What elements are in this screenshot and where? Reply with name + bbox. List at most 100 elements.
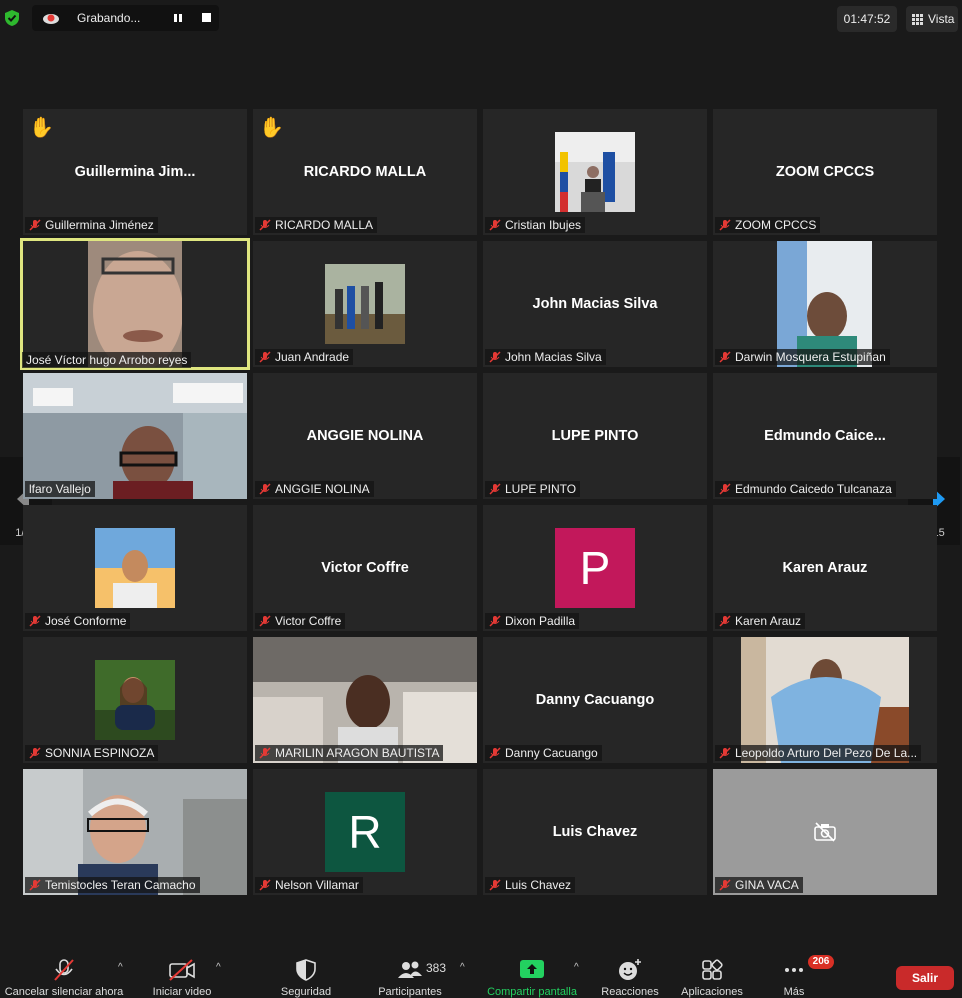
unmute-button[interactable]: Cancelar silenciar ahora (5, 958, 123, 998)
muted-mic-icon (719, 351, 731, 363)
participant-name-label: Dixon Padilla (485, 613, 580, 629)
participant-tile[interactable]: Darwin Mosquera Estupiñan (713, 241, 937, 367)
smiley-plus-icon (619, 959, 641, 980)
participant-tile[interactable]: R Nelson Villamar (253, 769, 477, 895)
share-screen-label: Compartir pantalla (487, 986, 577, 998)
participant-tile[interactable]: ZOOM CPCCS ZOOM CPCCS (713, 109, 937, 235)
participant-name-label: José Víctor hugo Arrobo reyes (22, 352, 192, 368)
profile-photo (325, 264, 405, 344)
people-icon (398, 961, 422, 978)
muted-mic-icon (29, 747, 41, 759)
participant-display-name: John Macias Silva (532, 296, 658, 312)
participant-tile[interactable]: Danny Cacuango Danny Cacuango (483, 637, 707, 763)
participant-tile[interactable]: Juan Andrade (253, 241, 477, 367)
participant-display-name: Guillermina Jim... (74, 164, 196, 180)
stop-recording-icon[interactable] (202, 13, 211, 22)
view-button[interactable]: Vista (906, 6, 958, 32)
chevron-up-icon[interactable]: ^ (216, 962, 221, 973)
participant-name-label: SONNIA ESPINOZA (25, 745, 159, 761)
participant-name-label: Temistocles Teran Camacho (25, 877, 200, 893)
participant-tile[interactable]: John Macias Silva John Macias Silva (483, 241, 707, 367)
video-off-icon (169, 959, 195, 981)
meeting-timer: 01:47:52 (837, 6, 897, 32)
pause-recording-icon[interactable] (172, 12, 184, 24)
participant-tile[interactable]: ✋ RICARDO MALLA RICARDO MALLA (253, 109, 477, 235)
muted-mic-icon (719, 879, 731, 891)
more-dots-icon (785, 968, 803, 972)
participant-name-label: John Macias Silva (485, 349, 606, 365)
participant-tile[interactable]: Edmundo Caice... Edmundo Caicedo Tulcana… (713, 373, 937, 499)
muted-mic-icon (489, 483, 501, 495)
muted-mic-icon (259, 747, 271, 759)
participant-tile[interactable]: SONNIA ESPINOZA (23, 637, 247, 763)
muted-mic-icon (29, 879, 41, 891)
chevron-up-icon[interactable]: ^ (118, 962, 123, 973)
participant-tile[interactable]: Karen Arauz Karen Arauz (713, 505, 937, 631)
participant-display-name: ZOOM CPCCS (775, 164, 875, 180)
muted-mic-icon (719, 747, 731, 759)
participant-name-label: Victor Coffre (255, 613, 346, 629)
start-video-button[interactable]: Iniciar video (153, 958, 211, 998)
unmute-label: Cancelar silenciar ahora (4, 986, 124, 998)
participant-tile[interactable]: GINA VACA (713, 769, 937, 895)
share-screen-button[interactable]: Compartir pantalla (487, 958, 577, 998)
participant-tile-active-speaker[interactable]: José Víctor hugo Arrobo reyes (20, 238, 250, 370)
muted-mic-icon (259, 879, 271, 891)
participant-tile[interactable]: P Dixon Padilla (483, 505, 707, 631)
participant-name-label: lfaro Vallejo (25, 481, 95, 497)
participant-name-label: Darwin Mosquera Estupiñan (715, 349, 890, 365)
participant-tile[interactable]: José Conforme (23, 505, 247, 631)
participant-tile[interactable]: Luis Chavez Luis Chavez (483, 769, 707, 895)
raised-hand-icon: ✋ (259, 117, 284, 139)
avatar-initial: P (555, 528, 635, 608)
reactions-button[interactable]: Reacciones (601, 958, 659, 998)
participant-display-name: Edmundo Caice... (764, 428, 886, 444)
camera-off-icon (814, 822, 836, 842)
muted-mic-icon (29, 219, 41, 231)
muted-mic-icon (259, 351, 271, 363)
apps-icon (702, 959, 723, 980)
grid-view-icon (912, 14, 923, 25)
chevron-up-icon[interactable]: ^ (460, 962, 465, 973)
profile-photo (555, 132, 635, 212)
participant-tile[interactable]: Cristian Ibujes (483, 109, 707, 235)
view-label: Vista (928, 12, 955, 26)
participant-name-label: Luis Chavez (485, 877, 576, 893)
participant-name-label: Guillermina Jiménez (25, 217, 158, 233)
profile-photo (95, 660, 175, 740)
muted-mic-icon (719, 483, 731, 495)
shield-icon (296, 959, 316, 981)
muted-mic-icon (259, 483, 271, 495)
start-video-label: Iniciar video (152, 986, 212, 998)
security-button[interactable]: Seguridad (281, 958, 331, 998)
participant-tile[interactable]: ✋ Guillermina Jim... Guillermina Jiménez (23, 109, 247, 235)
muted-mic-icon (489, 879, 501, 891)
security-shield-icon[interactable] (4, 9, 20, 27)
participant-tile[interactable]: LUPE PINTO LUPE PINTO (483, 373, 707, 499)
video-feed (88, 241, 182, 367)
avatar-initial: R (325, 792, 405, 872)
reactions-label: Reacciones (601, 986, 659, 998)
participant-tile[interactable]: Victor Coffre Victor Coffre (253, 505, 477, 631)
more-notification-badge: 206 (808, 955, 834, 969)
more-label: Más (783, 986, 805, 998)
muted-mic-icon (719, 219, 731, 231)
participant-display-name: Danny Cacuango (535, 692, 655, 708)
recording-label: Grabando... (77, 11, 141, 25)
apps-button[interactable]: Aplicaciones (681, 958, 743, 998)
participant-tile[interactable]: lfaro Vallejo (23, 373, 247, 499)
leave-meeting-button[interactable]: Salir (896, 966, 954, 990)
participant-tile[interactable]: MARILIN ARAGON BAUTISTA (253, 637, 477, 763)
chevron-up-icon[interactable]: ^ (574, 962, 579, 973)
participant-display-name: LUPE PINTO (551, 428, 639, 444)
participant-display-name: ANGGIE NOLINA (306, 428, 424, 444)
participant-display-name: Luis Chavez (552, 824, 638, 840)
participant-tile[interactable]: Temistocles Teran Camacho (23, 769, 247, 895)
muted-mic-icon (489, 615, 501, 627)
participant-name-label: Karen Arauz (715, 613, 806, 629)
participant-name-label: RICARDO MALLA (255, 217, 378, 233)
muted-mic-icon (719, 615, 731, 627)
participant-tile[interactable]: ANGGIE NOLINA ANGGIE NOLINA (253, 373, 477, 499)
participant-tile[interactable]: Leopoldo Arturo Del Pezo De La... (713, 637, 937, 763)
muted-mic-icon (29, 615, 41, 627)
